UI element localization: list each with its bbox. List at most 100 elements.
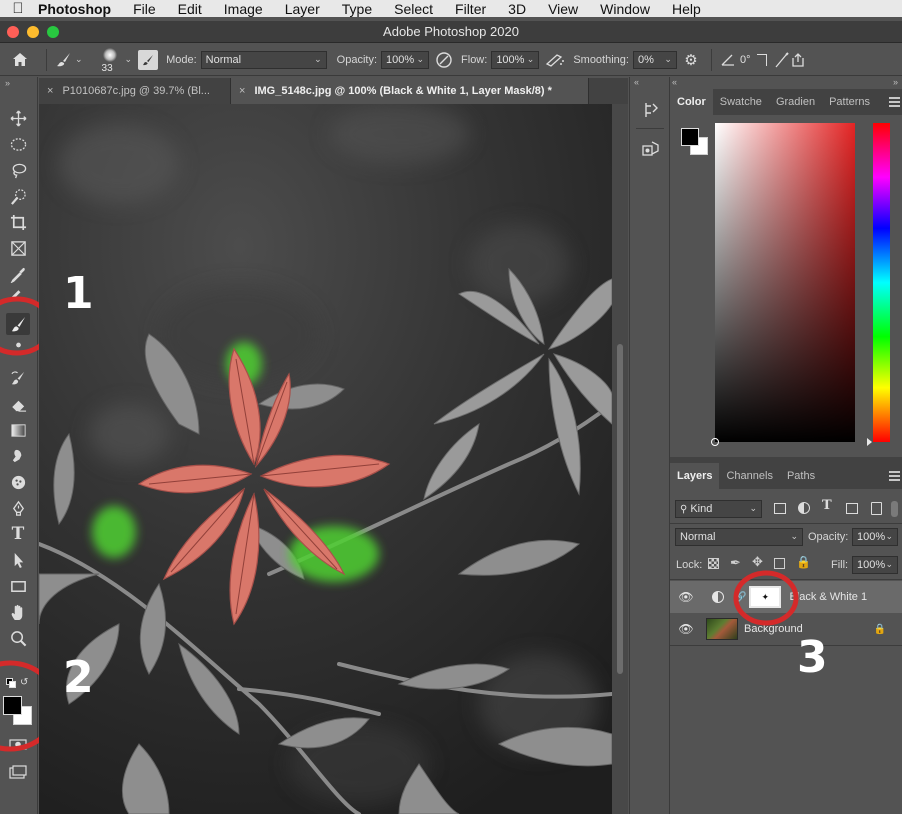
type-tool[interactable]: T [6, 523, 30, 545]
gear-icon[interactable]: ⚙ [677, 51, 705, 69]
menu-filter[interactable]: Filter [444, 1, 497, 17]
home-icon[interactable] [0, 52, 40, 67]
crop-tool[interactable] [6, 211, 30, 233]
quick-selection-tool[interactable] [6, 185, 30, 207]
filter-adjustment-icon[interactable] [798, 502, 810, 514]
lock-position-icon[interactable]: ✥ [752, 554, 763, 570]
tab-gradients[interactable]: Gradien [769, 89, 822, 115]
brush-tool-preset-icon[interactable] [53, 52, 75, 68]
menu-photoshop[interactable]: Photoshop [36, 1, 122, 17]
brush-settings-panel-icon[interactable] [138, 49, 159, 70]
menu-view[interactable]: View [537, 1, 589, 17]
hand-tool[interactable] [6, 601, 30, 623]
tab-color[interactable]: Color [670, 89, 713, 115]
lock-transparent-icon[interactable] [708, 558, 719, 569]
eye-icon[interactable]: 👁 [670, 590, 702, 604]
collapse-panel-icon[interactable]: « [672, 77, 677, 87]
properties-panel-icon[interactable] [642, 141, 660, 157]
panel-menu-icon[interactable] [889, 97, 900, 107]
layer-row-black-white[interactable]: 👁 🔗 ✦ Black & White 1 [670, 581, 902, 613]
smoothing-field[interactable]: 0% ⌄ [632, 50, 677, 69]
screen-mode-icon[interactable] [9, 765, 27, 779]
airbrush-icon[interactable] [539, 52, 571, 68]
tab-document-1[interactable]: × P1010687c.jpg @ 39.7% (Bl... [39, 78, 231, 104]
gradient-tool[interactable] [6, 419, 30, 441]
foreground-color-swatch[interactable] [3, 696, 22, 715]
filter-type-icon[interactable]: T [822, 498, 832, 513]
close-icon[interactable]: × [47, 85, 53, 97]
tab-patterns[interactable]: Patterns [822, 89, 877, 115]
history-brush-tool[interactable] [6, 367, 30, 389]
history-panel-icon[interactable] [643, 101, 659, 119]
lock-all-icon[interactable]: 🔒 [796, 555, 811, 569]
filter-shape-icon[interactable] [846, 503, 858, 514]
menu-image[interactable]: Image [213, 1, 274, 17]
pen-tool[interactable] [6, 497, 30, 519]
hue-slider[interactable] [867, 123, 890, 446]
color-field[interactable] [711, 123, 855, 446]
blur-tool[interactable] [6, 445, 30, 467]
tab-layers[interactable]: Layers [670, 463, 720, 489]
menu-select[interactable]: Select [383, 1, 444, 17]
clone-stamp-tool[interactable] [6, 340, 30, 350]
tab-channels[interactable]: Channels [719, 463, 779, 489]
share-icon[interactable] [791, 52, 805, 67]
fill-field[interactable]: 100% ⌄ [852, 556, 898, 574]
elliptical-marquee-tool[interactable] [6, 133, 30, 155]
frame-tool[interactable] [6, 237, 30, 259]
menu-window[interactable]: Window [589, 1, 661, 17]
layer-blend-mode-select[interactable]: Normal ⌄ [675, 528, 803, 546]
eye-icon[interactable]: 👁 [670, 622, 702, 636]
layer-filter-select[interactable]: ⚲ Kind ⌄ [675, 500, 762, 518]
color-panel-foreground-swatch[interactable] [681, 128, 699, 146]
eyedropper-tool[interactable] [6, 263, 30, 285]
lock-artboard-icon[interactable] [774, 558, 785, 569]
menu-type[interactable]: Type [331, 1, 383, 17]
expand-panels-icon[interactable]: « [634, 77, 639, 87]
filter-pixel-icon[interactable] [774, 503, 786, 514]
move-tool[interactable] [6, 107, 30, 129]
pressure-size-icon[interactable] [773, 51, 791, 68]
document-canvas[interactable]: 1 2 [39, 104, 612, 814]
lasso-tool[interactable] [6, 159, 30, 181]
filter-toggle[interactable] [891, 501, 898, 517]
brush-tool[interactable] [6, 313, 30, 335]
apple-icon[interactable]:  [0, 0, 36, 17]
tab-paths[interactable]: Paths [780, 463, 822, 489]
flow-field[interactable]: 100% ⌄ [491, 50, 540, 69]
swap-colors-icon[interactable]: ↺ [20, 677, 28, 688]
mode-value: Normal [205, 53, 242, 66]
dodge-tool[interactable] [6, 471, 30, 493]
menu-help[interactable]: Help [661, 1, 712, 17]
layer-opacity-field[interactable]: 100% ⌄ [852, 528, 898, 546]
angle-value[interactable]: 0° [740, 54, 751, 66]
default-colors-icon[interactable] [6, 678, 16, 688]
filter-smart-object-icon[interactable] [871, 502, 882, 515]
pressure-opacity-icon[interactable] [429, 51, 459, 69]
collapse-panel-icon[interactable]: » [893, 77, 898, 87]
color-picker-marker[interactable] [711, 438, 719, 446]
path-selection-tool[interactable] [6, 549, 30, 571]
scrollbar-thumb[interactable] [617, 344, 623, 674]
tab-document-2[interactable]: × IMG_5148c.jpg @ 100% (Black & White 1,… [231, 78, 589, 104]
eraser-tool[interactable] [6, 393, 30, 415]
chevron-down-icon[interactable]: ⌄ [75, 54, 83, 65]
chevron-down-icon[interactable]: ⌄ [125, 54, 133, 65]
brush-size-picker[interactable]: 33 [97, 45, 123, 75]
menu-edit[interactable]: Edit [167, 1, 213, 17]
canvas-scrollbar[interactable] [612, 104, 628, 814]
menu-3d[interactable]: 3D [497, 1, 537, 17]
tab-swatches[interactable]: Swatche [713, 89, 769, 115]
zoom-tool[interactable] [6, 627, 30, 649]
menu-layer[interactable]: Layer [274, 1, 331, 17]
collapse-panel-icon[interactable]: » [5, 78, 10, 88]
rectangle-tool[interactable] [6, 575, 30, 597]
layer-mask-thumbnail[interactable]: ✦ [749, 586, 782, 608]
lock-pixels-icon[interactable]: ✒ [730, 555, 741, 571]
menu-file[interactable]: File [122, 1, 167, 17]
panel-menu-icon[interactable] [889, 471, 900, 481]
hue-slider-handle[interactable] [867, 438, 872, 446]
opacity-field[interactable]: 100% ⌄ [381, 50, 430, 69]
mode-select[interactable]: Normal ⌄ [200, 50, 327, 69]
close-icon[interactable]: × [239, 85, 245, 97]
